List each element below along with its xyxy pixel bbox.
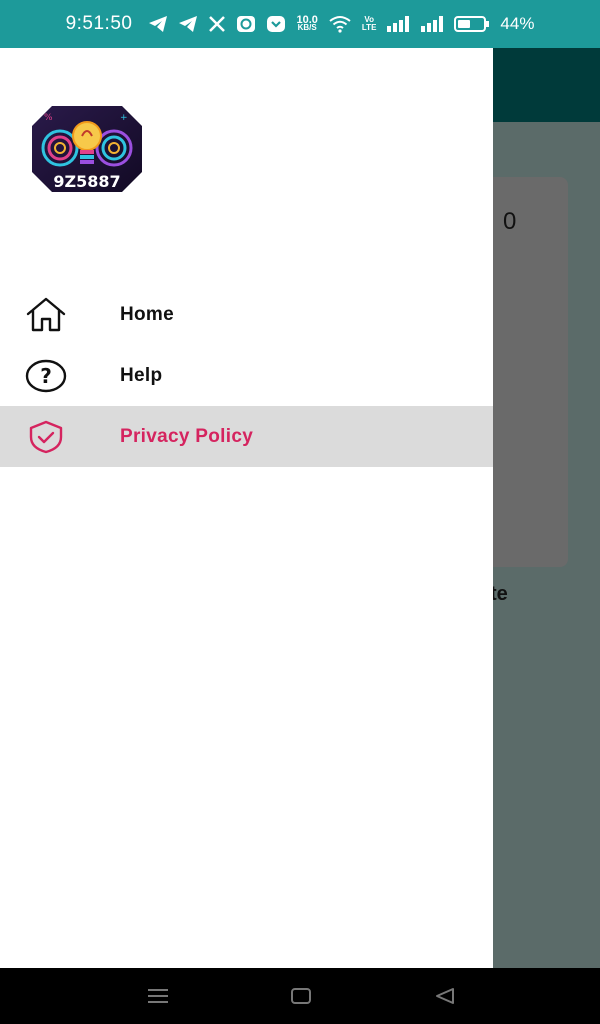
drawer-item-privacy-policy[interactable]: Privacy Policy (0, 406, 493, 467)
help-circle-icon: ? (25, 355, 67, 397)
telegram-icon (178, 15, 198, 33)
system-nav-bar (0, 968, 600, 1024)
svg-text:+: + (120, 113, 128, 123)
status-bar: 9:51:50 10.0 KB/S Vo LTE 44% (0, 0, 600, 48)
svg-text:?: ? (40, 364, 52, 388)
battery-percent: 44% (500, 14, 535, 33)
svg-text:9Z5887: 9Z5887 (53, 172, 120, 191)
telegram-icon (148, 15, 168, 33)
pocket-icon (266, 15, 286, 33)
battery-icon (454, 15, 490, 33)
recent-apps-button[interactable] (147, 988, 169, 1004)
status-time: 9:51:50 (65, 13, 133, 34)
back-nav-button[interactable] (434, 987, 456, 1005)
drawer-item-help-label: Help (120, 364, 163, 386)
app-logo: % + 9Z5887 (32, 106, 142, 192)
drawer-item-help[interactable]: ? Help (0, 345, 493, 406)
background-card-value: 0 (503, 208, 517, 235)
x-icon (208, 15, 226, 33)
shield-check-icon (25, 416, 67, 458)
home-nav-button[interactable] (290, 987, 312, 1005)
background-app-bar (493, 48, 600, 122)
signal-icon (420, 16, 444, 32)
app-c-icon (236, 15, 256, 33)
drawer-item-privacy-policy-label: Privacy Policy (120, 425, 254, 447)
navigation-drawer: % + 9Z5887 Home ? Help Privacy Policy (0, 48, 493, 968)
net-speed: 10.0 KB/S (296, 14, 318, 32)
signal-icon (386, 16, 410, 32)
drawer-item-home-label: Home (120, 303, 174, 325)
home-icon (25, 294, 67, 336)
svg-text:%: % (44, 113, 53, 123)
drawer-item-home[interactable]: Home (0, 284, 493, 345)
volte-icon: Vo LTE (361, 15, 377, 32)
wifi-icon (328, 15, 352, 33)
drawer-menu: Home ? Help Privacy Policy (0, 284, 493, 467)
